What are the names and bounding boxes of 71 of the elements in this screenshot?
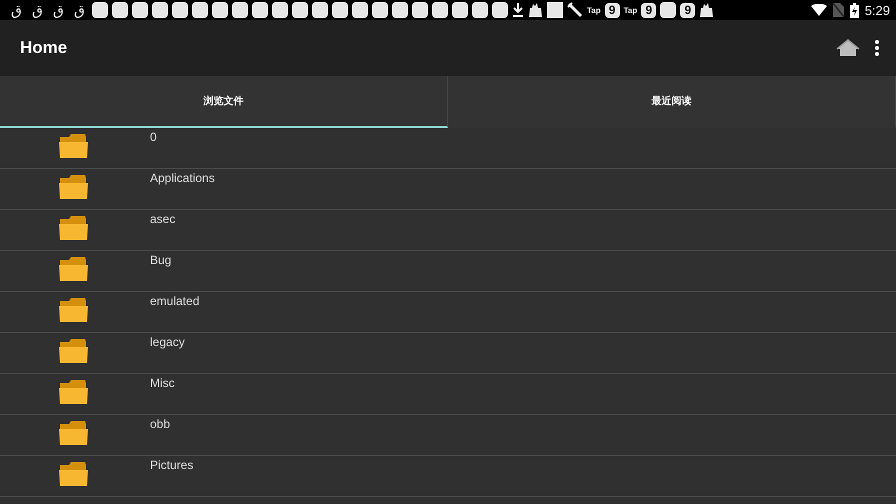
file-row[interactable]: Pictures <box>0 456 896 497</box>
app-badge: 9 <box>680 2 696 18</box>
notification-glyph: ق <box>10 1 23 20</box>
app-icon <box>112 2 128 18</box>
notification-glyph: ق <box>31 1 44 20</box>
app-icon <box>152 2 168 18</box>
app-icon <box>232 2 248 18</box>
folder-icon <box>58 338 89 364</box>
file-name: emulated <box>150 294 200 308</box>
app-icon <box>660 2 676 18</box>
clock: 5:29 <box>864 2 890 18</box>
app-icon <box>492 2 508 18</box>
app-badge: 9 <box>604 2 620 18</box>
folder-icon <box>58 256 89 282</box>
folder-icon <box>58 174 89 200</box>
app-icon <box>272 2 288 18</box>
app-icon <box>332 2 348 18</box>
file-row[interactable]: asec <box>0 210 896 251</box>
file-name: obb <box>150 417 170 431</box>
app-icon <box>192 2 208 18</box>
app-icon <box>172 2 188 18</box>
app-icon <box>372 2 388 18</box>
app-title: Home <box>20 38 68 58</box>
app-icon <box>352 2 368 18</box>
file-row[interactable]: obb <box>0 415 896 456</box>
file-name: Pictures <box>150 458 194 472</box>
download-icon <box>512 2 524 18</box>
file-name: 0 <box>150 130 157 144</box>
file-name: Misc <box>150 376 175 390</box>
tab[interactable]: 最近阅读 <box>448 76 896 128</box>
file-row[interactable]: Misc <box>0 374 896 415</box>
app-icon <box>452 2 468 18</box>
file-row[interactable]: emulated <box>0 292 896 333</box>
tap-label: Tap <box>587 6 601 14</box>
app-icon <box>412 2 428 18</box>
file-name: asec <box>150 212 176 226</box>
no-sim-icon <box>832 3 844 17</box>
folder-icon <box>58 379 89 405</box>
file-row[interactable]: Applications <box>0 169 896 210</box>
file-row[interactable]: Bug <box>0 251 896 292</box>
more-options-button[interactable] <box>874 39 880 57</box>
tap-label: Tap <box>624 6 638 14</box>
file-name: legacy <box>150 335 185 349</box>
square-icon <box>547 2 563 18</box>
notification-glyph: ق <box>52 1 65 20</box>
bag-icon <box>528 2 543 18</box>
bag-icon <box>699 2 714 18</box>
app-icon <box>212 2 228 18</box>
folder-icon <box>58 297 89 323</box>
file-row[interactable]: 0 <box>0 128 896 169</box>
folder-icon <box>58 133 89 159</box>
folder-icon <box>58 420 89 446</box>
app-badge: 9 <box>641 2 656 18</box>
app-icon <box>92 2 108 18</box>
home-button[interactable] <box>836 39 860 57</box>
notification-glyph: ق <box>73 1 86 20</box>
app-icon <box>472 2 488 18</box>
file-row[interactable]: legacy <box>0 333 896 374</box>
app-icon <box>312 2 328 18</box>
app-icon <box>432 2 448 18</box>
folder-icon <box>58 215 89 241</box>
battery-charging-icon <box>850 2 859 18</box>
wifi-icon <box>810 4 827 16</box>
tab[interactable]: 浏览文件 <box>0 76 448 128</box>
folder-icon <box>58 461 89 487</box>
file-name: Applications <box>150 171 215 185</box>
app-icon <box>392 2 408 18</box>
app-icon <box>132 2 148 18</box>
app-icon <box>292 2 308 18</box>
file-name: Bug <box>150 253 172 267</box>
app-icon <box>252 2 268 18</box>
